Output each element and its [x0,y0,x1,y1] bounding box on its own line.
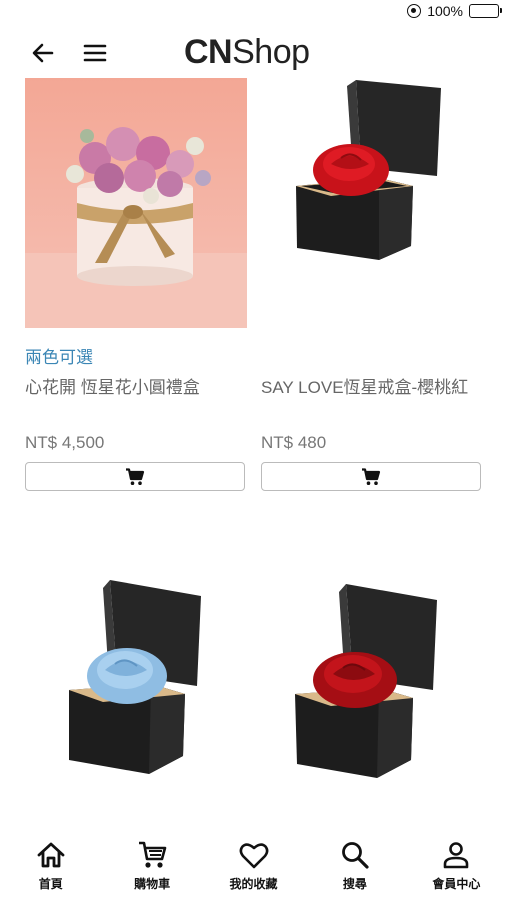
bottom-nav: 首頁 購物車 我的收藏 搜尋 會員中心 [0,834,507,900]
add-to-cart-button[interactable] [25,462,245,491]
product-image[interactable] [25,78,247,328]
back-button[interactable] [30,40,56,66]
product-name[interactable]: SAY LOVE恆星戒盒-櫻桃紅 [261,375,483,427]
product-image[interactable] [261,78,483,328]
app-logo[interactable]: CNShop [184,32,310,72]
cart-icon [139,841,167,868]
product-image[interactable] [25,578,247,828]
product-card[interactable] [261,578,483,828]
menu-button[interactable] [82,40,108,66]
search-icon [342,842,369,869]
nav-member[interactable]: 會員中心 [406,834,507,900]
ring-box-image [261,78,483,328]
heart-icon [239,843,268,869]
logo-bold: CN [184,33,233,71]
hamburger-icon [83,44,107,62]
product-image[interactable] [261,578,483,828]
nav-cart-label: 購物車 [134,877,171,891]
battery-percent: 100% [427,3,463,19]
product-badge [261,343,483,365]
nav-cart[interactable]: 購物車 [101,834,202,900]
nav-search-label: 搜尋 [342,877,367,891]
product-badge: 兩色可選 [25,348,93,367]
product-name[interactable]: 心花開 恆星花小圓禮盒 [25,375,247,427]
product-price: NT$ 480 [261,433,327,452]
blue-ring-box-image [25,578,247,828]
flower-box-image [25,78,247,328]
status-bar: 100% [0,0,507,26]
arrow-left-icon [32,43,54,63]
product-price: NT$ 4,500 [25,433,105,452]
cart-icon [362,467,381,485]
red-ring-box-image [261,578,483,828]
nav-home-label: 首頁 [38,877,63,891]
nav-favorites-label: 我的收藏 [229,877,278,891]
cart-icon [126,467,145,485]
home-icon [37,842,65,868]
product-card[interactable]: SAY LOVE恆星戒盒-櫻桃紅 NT$ 480 [261,78,483,491]
product-card[interactable]: 兩色可選 心花開 恆星花小圓禮盒 NT$ 4,500 [25,78,247,491]
status-indicators: 100% [407,3,502,19]
add-to-cart-button[interactable] [261,462,481,491]
nav-member-label: 會員中心 [432,877,481,891]
user-icon [444,842,469,869]
header: CNShop [0,28,507,76]
rotation-lock-icon [407,4,422,18]
nav-search[interactable]: 搜尋 [304,834,405,900]
nav-home[interactable]: 首頁 [0,834,101,900]
nav-favorites[interactable]: 我的收藏 [203,834,304,900]
product-card[interactable] [25,578,247,828]
battery-icon [469,4,502,18]
logo-light: Shop [232,33,310,71]
